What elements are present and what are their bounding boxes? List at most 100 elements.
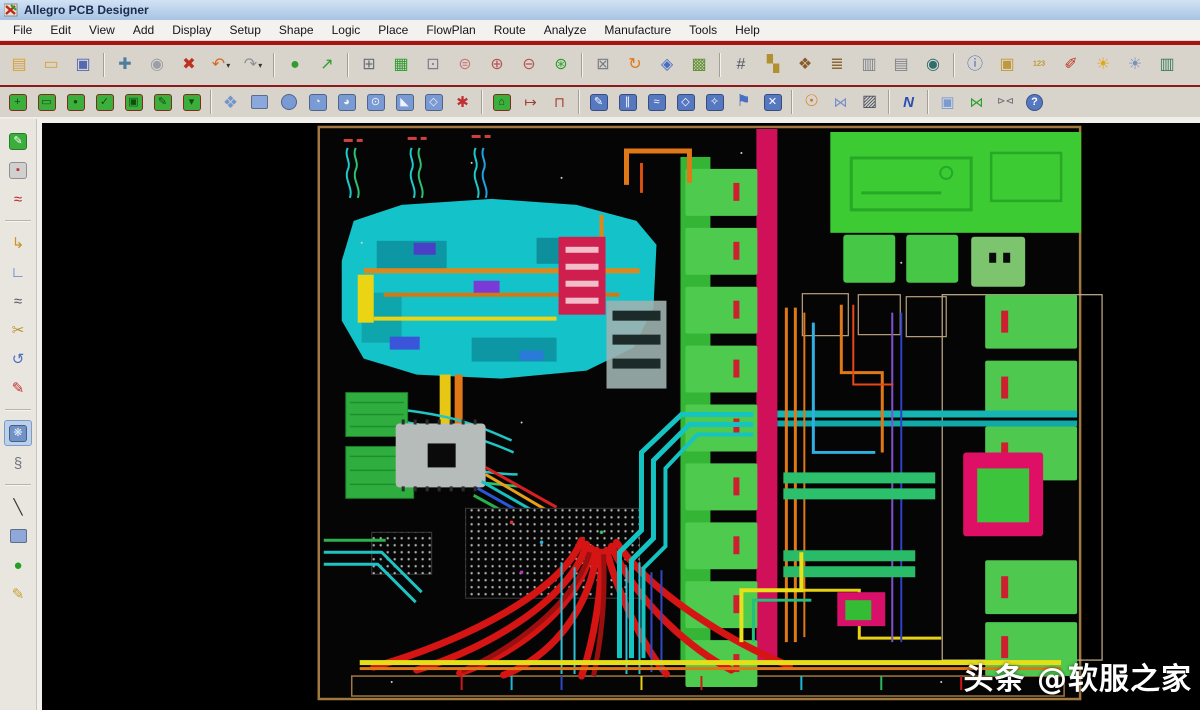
etch-button[interactable]: ≈ bbox=[5, 187, 31, 211]
grid-toggle-button[interactable]: # bbox=[726, 52, 756, 79]
rectangle-button[interactable] bbox=[5, 524, 31, 548]
zoom-out-button[interactable]: ⊖ bbox=[514, 52, 544, 79]
undo-button[interactable]: ↶▾ bbox=[206, 52, 236, 79]
menu-display[interactable]: Display bbox=[163, 23, 220, 37]
delay-tune-button[interactable]: ✕ bbox=[759, 91, 786, 114]
shape-edit-boundary-button[interactable]: ✎ bbox=[149, 91, 176, 114]
delete-button[interactable]: ✖ bbox=[174, 52, 204, 79]
design-canvas[interactable]: 头条 @软服之家 bbox=[37, 119, 1200, 710]
status-button[interactable]: ▤ bbox=[886, 52, 916, 79]
shape-add-rect-button[interactable]: ▭ bbox=[33, 91, 60, 114]
add-arc-ccw-button[interactable]: ◕ bbox=[333, 91, 360, 114]
menu-edit[interactable]: Edit bbox=[41, 23, 80, 37]
shape-select-button[interactable]: ✓ bbox=[91, 91, 118, 114]
menu-logic[interactable]: Logic bbox=[323, 23, 370, 37]
cleanup-button[interactable]: ✐ bbox=[1056, 52, 1086, 79]
zoom-fit-button[interactable]: ⊜ bbox=[450, 52, 480, 79]
waive-drc-button[interactable]: ▥ bbox=[1152, 52, 1182, 79]
slide-button[interactable]: ∥ bbox=[614, 91, 641, 114]
move-button[interactable]: ✚ bbox=[110, 52, 140, 79]
net-schedule-button[interactable]: ✧ bbox=[701, 91, 728, 114]
view-3d-button[interactable]: ◈ bbox=[652, 52, 682, 79]
redo-button[interactable]: ↷▾ bbox=[238, 52, 268, 79]
shape-check-button[interactable]: ❖ bbox=[790, 52, 820, 79]
wire-edit-button[interactable]: ∟ bbox=[5, 260, 31, 284]
menu-manufacture[interactable]: Manufacture bbox=[595, 23, 680, 37]
add-circle-button[interactable] bbox=[275, 91, 302, 114]
menu-file[interactable]: File bbox=[4, 23, 41, 37]
menu-route[interactable]: Route bbox=[485, 23, 535, 37]
flag-button[interactable]: ⚑ bbox=[730, 91, 757, 114]
menu-flowplan[interactable]: FlowPlan bbox=[417, 23, 484, 37]
highlight-button[interactable]: ☀ bbox=[1088, 52, 1118, 79]
help-button[interactable]: ? bbox=[1021, 91, 1048, 114]
module-button[interactable]: ⌂ bbox=[488, 91, 515, 114]
menu-help[interactable]: Help bbox=[726, 23, 769, 37]
video-button[interactable]: ⊳⊲ bbox=[992, 91, 1019, 114]
design-button[interactable]: ✎ bbox=[5, 129, 31, 153]
mark-edit-button[interactable]: ✎ bbox=[5, 376, 31, 400]
add-fillet-button[interactable]: ⊙ bbox=[362, 91, 389, 114]
edit-corner-button[interactable]: ◇ bbox=[420, 91, 447, 114]
dehighlight-button[interactable]: ☀ bbox=[1120, 52, 1150, 79]
view-window-button[interactable]: ⊞ bbox=[354, 52, 384, 79]
spacing-horizontal-button[interactable]: ↦ bbox=[517, 91, 544, 114]
probe-pencil-button[interactable]: ✎ bbox=[5, 582, 31, 606]
shape-void-button[interactable]: ▣ bbox=[120, 91, 147, 114]
copy-model-button[interactable]: ▣ bbox=[934, 91, 961, 114]
redraw-button[interactable]: ↻ bbox=[620, 52, 650, 79]
fanout-button[interactable]: ⋈ bbox=[827, 91, 854, 114]
menu-view[interactable]: View bbox=[80, 23, 124, 37]
pin-button[interactable]: ↗ bbox=[312, 52, 342, 79]
web-button[interactable]: ◉ bbox=[918, 52, 948, 79]
new-file-button[interactable]: ▤ bbox=[4, 52, 34, 79]
paths-button[interactable]: § bbox=[5, 451, 31, 475]
info-button[interactable]: ⓘ bbox=[960, 52, 990, 79]
probe-green-button[interactable]: ● bbox=[5, 553, 31, 577]
menu-analyze[interactable]: Analyze bbox=[535, 23, 596, 37]
swoop-button[interactable]: ↺ bbox=[5, 347, 31, 371]
zoom-previous-button[interactable]: ⊠ bbox=[588, 52, 618, 79]
dropdown-caret-icon[interactable]: ▾ bbox=[258, 61, 262, 70]
line-button[interactable]: ╲ bbox=[5, 495, 31, 519]
placement-button[interactable]: ▪ bbox=[5, 158, 31, 182]
grid-button[interactable]: ▦ bbox=[386, 52, 416, 79]
via-structure-button[interactable]: ✱ bbox=[449, 91, 476, 114]
color-priority-button[interactable]: ▚ bbox=[758, 52, 788, 79]
flower-button[interactable]: ❋ bbox=[4, 420, 32, 446]
measure-button[interactable]: ¹²³ bbox=[1024, 52, 1054, 79]
dropdown-caret-icon[interactable]: ▾ bbox=[226, 61, 230, 70]
tools-button[interactable]: ✂ bbox=[5, 318, 31, 342]
menu-add[interactable]: Add bbox=[124, 23, 163, 37]
menu-tools[interactable]: Tools bbox=[680, 23, 726, 37]
bowtie-button[interactable]: ⋈ bbox=[963, 91, 990, 114]
mesh-button[interactable]: ▨ bbox=[856, 91, 883, 114]
shape-add-button[interactable]: + bbox=[4, 91, 31, 114]
zoom-in-button[interactable]: ⊕ bbox=[482, 52, 512, 79]
properties-button[interactable]: ▣ bbox=[992, 52, 1022, 79]
open-folder-button[interactable]: ▭ bbox=[36, 52, 66, 79]
menu-setup[interactable]: Setup bbox=[221, 23, 270, 37]
balloon-button[interactable]: ● bbox=[280, 52, 310, 79]
add-polygon-button[interactable]: ❖ bbox=[217, 91, 244, 114]
hook-button[interactable]: ↳ bbox=[5, 231, 31, 255]
menu-shape[interactable]: Shape bbox=[270, 23, 323, 37]
ratsnest-button[interactable]: N bbox=[895, 91, 922, 114]
copy-button[interactable]: ◉ bbox=[142, 52, 172, 79]
shape-add-circle-button[interactable]: ● bbox=[62, 91, 89, 114]
add-connect-button[interactable]: ✎ bbox=[585, 91, 612, 114]
trace-button[interactable]: ≈ bbox=[5, 289, 31, 313]
save-file-button[interactable]: ▣ bbox=[68, 52, 98, 79]
custom-smooth-button[interactable]: ≈ bbox=[643, 91, 670, 114]
add-arc-button[interactable]: ◔ bbox=[304, 91, 331, 114]
shape-delete-island-button[interactable]: ▾ bbox=[178, 91, 205, 114]
via-button[interactable]: ☉ bbox=[798, 91, 825, 114]
menu-place[interactable]: Place bbox=[369, 23, 417, 37]
spacing-vertical-button[interactable]: ⊓ bbox=[546, 91, 573, 114]
zoom-world-button[interactable]: ⊛ bbox=[546, 52, 576, 79]
add-chamfer-button[interactable]: ◣ bbox=[391, 91, 418, 114]
artwork-button[interactable]: ≣ bbox=[822, 52, 852, 79]
color-dialog-button[interactable]: ▩ bbox=[684, 52, 714, 79]
add-rect-button[interactable] bbox=[246, 91, 273, 114]
edit-vertex-button[interactable]: ◇ bbox=[672, 91, 699, 114]
